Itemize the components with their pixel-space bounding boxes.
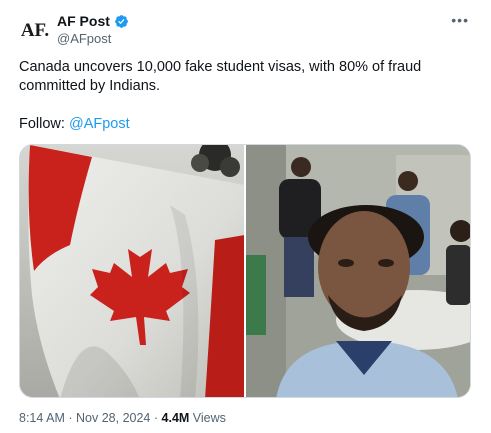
verified-badge-icon (114, 14, 128, 28)
views-count: 4.4M (161, 411, 190, 425)
views-label: Views (192, 411, 226, 425)
photo-office-people[interactable] (246, 145, 470, 397)
canada-flag-image (20, 145, 244, 397)
meta-separator: · (68, 411, 73, 425)
photo-canada-flag[interactable] (20, 145, 244, 397)
avatar-logo-text: AF. (20, 20, 50, 41)
tweet-date[interactable]: Nov 28, 2024 (76, 411, 150, 425)
author-handle[interactable]: @AFpost (57, 31, 111, 46)
avatar[interactable]: AF. (18, 14, 52, 48)
tweet-card: AF. AF Post @AFpost ••• Canada uncovers … (0, 0, 491, 433)
tweet-meta: 8:14 AM · Nov 28, 2024 · 4.4M Views (19, 411, 226, 425)
more-options-icon[interactable]: ••• (451, 12, 469, 28)
follow-line: Follow: @AFpost (19, 116, 130, 132)
tweet-text: Canada uncovers 10,000 fake student visa… (19, 59, 422, 94)
meta-separator-2: · (153, 411, 159, 425)
author-name[interactable]: AF Post (57, 13, 110, 29)
follow-prefix: Follow: (19, 116, 69, 132)
tweet-time[interactable]: 8:14 AM (19, 411, 65, 425)
author-name-row: AF Post (57, 13, 129, 29)
office-people-image (246, 145, 470, 397)
follow-handle-link[interactable]: @AFpost (69, 116, 130, 132)
media-gallery (19, 144, 471, 398)
